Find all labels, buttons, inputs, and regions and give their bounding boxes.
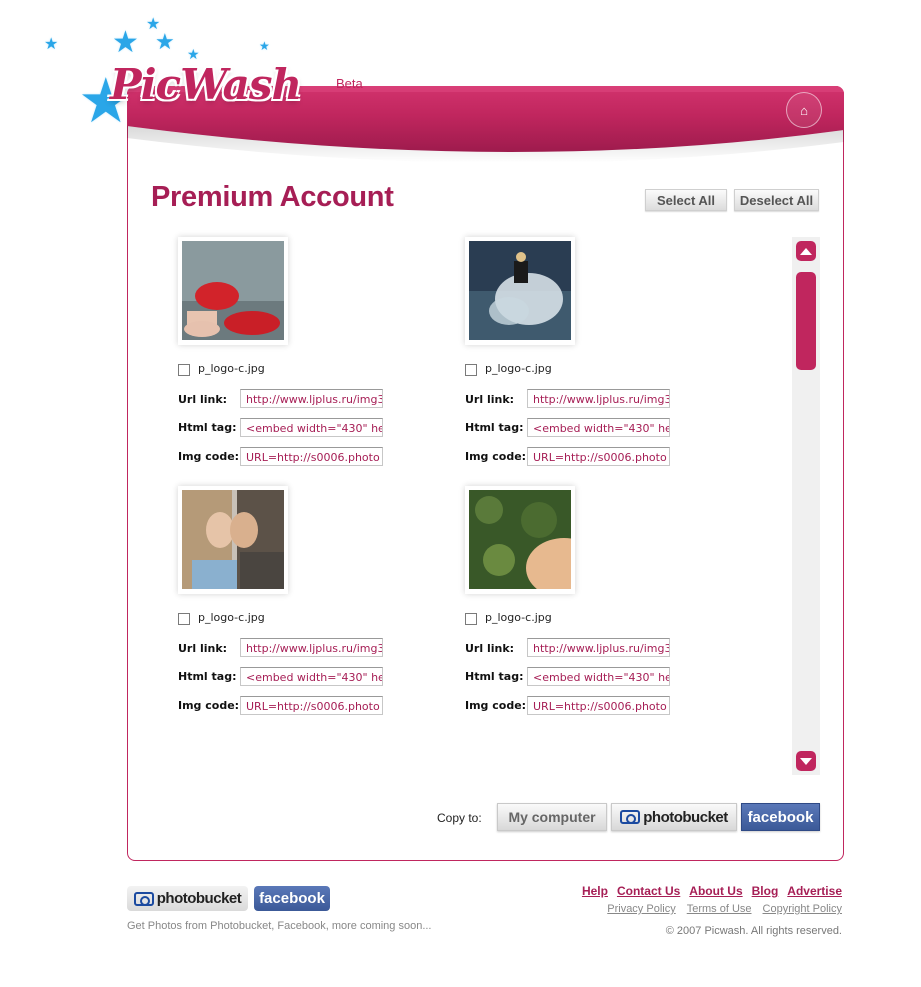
footer-photobucket-button[interactable]: photobucket	[127, 886, 248, 911]
footer-links: Help Contact Us About Us Blog Advertise	[582, 884, 842, 898]
photobucket-label: photobucket	[643, 808, 728, 826]
help-link[interactable]: Help	[582, 884, 608, 898]
photo-checkbox[interactable]	[178, 613, 190, 625]
photo-filename: p_logo-c.jpg	[198, 611, 265, 624]
img-code-field[interactable]: URL=http://s0006.photo	[240, 696, 383, 715]
photo-item: p_logo-c.jpg Url link: http://www.ljplus…	[465, 486, 725, 726]
advertise-link[interactable]: Advertise	[787, 884, 842, 898]
html-tag-field[interactable]: <embed width="430" hei	[527, 667, 670, 686]
photo-checkbox[interactable]	[465, 364, 477, 376]
photobucket-label: photobucket	[156, 890, 242, 907]
photobucket-logo: photobucket	[620, 809, 728, 826]
star-icon: ★	[155, 30, 175, 55]
star-icon: ★	[259, 39, 270, 53]
photo-filename: p_logo-c.jpg	[485, 611, 552, 624]
html-tag-label: Html tag:	[178, 670, 237, 683]
photo-filename: p_logo-c.jpg	[485, 362, 552, 375]
logo-wordmark: PicWash	[110, 60, 302, 109]
img-code-label: Img code:	[178, 450, 240, 463]
photo-thumbnail[interactable]	[465, 237, 575, 345]
photo-checkbox[interactable]	[178, 364, 190, 376]
privacy-policy-link[interactable]: Privacy Policy	[607, 903, 675, 915]
html-tag-label: Html tag:	[465, 670, 524, 683]
url-link-label: Url link:	[465, 642, 515, 655]
star-icon: ★	[44, 34, 59, 53]
arrow-up-icon	[800, 247, 812, 255]
scroll-down-button[interactable]	[796, 751, 816, 771]
img-code-field[interactable]: URL=http://s0006.photo	[527, 696, 670, 715]
url-link-field[interactable]: http://www.ljplus.ru/img3	[527, 638, 670, 657]
url-link-field[interactable]: http://www.ljplus.ru/img3	[240, 638, 383, 657]
page-title: Premium Account	[151, 181, 394, 213]
photobucket-logo: photobucket	[133, 890, 242, 907]
photo-item: p_logo-c.jpg Url link: http://www.ljplus…	[465, 237, 725, 477]
url-link-label: Url link:	[465, 393, 515, 406]
footer-policy-links: Privacy Policy Terms of Use Copyright Po…	[607, 903, 842, 915]
camera-icon	[620, 810, 641, 824]
copyright-text: © 2007 Picwash. All rights reserved.	[665, 925, 842, 937]
star-icon: ★	[112, 25, 139, 60]
footer-note: Get Photos from Photobucket, Facebook, m…	[127, 920, 432, 932]
img-code-field[interactable]: URL=http://s0006.photo	[240, 447, 383, 466]
photo-thumbnail[interactable]	[465, 486, 575, 594]
photo-checkbox[interactable]	[465, 613, 477, 625]
jetski-splash-image	[469, 241, 571, 340]
url-link-field[interactable]: http://www.ljplus.ru/img3	[527, 389, 670, 408]
scroll-up-button[interactable]	[796, 241, 816, 261]
picwash-logo[interactable]: PicWash Beta	[110, 60, 363, 109]
deselect-all-button[interactable]: Deselect All	[734, 189, 819, 211]
camera-icon	[133, 891, 154, 906]
about-us-link[interactable]: About Us	[689, 884, 742, 898]
html-tag-field[interactable]: <embed width="430" hei	[527, 418, 670, 437]
photo-thumbnail[interactable]	[178, 486, 288, 594]
img-code-label: Img code:	[465, 699, 527, 712]
html-tag-label: Html tag:	[465, 421, 524, 434]
footer-facebook-button[interactable]: facebook	[254, 886, 330, 911]
beta-badge: Beta	[336, 76, 363, 91]
select-all-button[interactable]: Select All	[645, 189, 727, 211]
copy-facebook-button[interactable]: facebook	[741, 803, 820, 831]
photo-thumbnail[interactable]	[178, 237, 288, 345]
url-link-label: Url link:	[178, 393, 228, 406]
copy-my-computer-button[interactable]: My computer	[497, 803, 607, 831]
contact-us-link[interactable]: Contact Us	[617, 884, 680, 898]
home-button[interactable]: ⌂	[786, 92, 822, 128]
img-code-label: Img code:	[465, 450, 527, 463]
html-tag-field[interactable]: <embed width="430" hei	[240, 667, 383, 686]
copyright-policy-link[interactable]: Copyright Policy	[763, 903, 842, 915]
html-tag-label: Html tag:	[178, 421, 237, 434]
blog-link[interactable]: Blog	[752, 884, 779, 898]
copy-photobucket-button[interactable]: photobucket	[611, 803, 737, 831]
scrollbar[interactable]	[792, 237, 820, 775]
photo-filename: p_logo-c.jpg	[198, 362, 265, 375]
html-tag-field[interactable]: <embed width="430" hei	[240, 418, 383, 437]
url-link-field[interactable]: http://www.ljplus.ru/img3	[240, 389, 383, 408]
boxing-gloves-image	[182, 241, 284, 340]
couple-kiss-image	[182, 490, 284, 589]
img-code-label: Img code:	[178, 699, 240, 712]
copy-to-label: Copy to:	[437, 811, 482, 825]
img-code-field[interactable]: URL=http://s0006.photo	[527, 447, 670, 466]
scroll-thumb[interactable]	[796, 272, 816, 370]
forest-shoulder-image	[469, 490, 571, 589]
arrow-down-icon	[800, 757, 812, 765]
main-panel: ⌂ Premium Account Select All Deselect Al…	[127, 86, 844, 861]
photo-item: p_logo-c.jpg Url link: http://www.ljplus…	[178, 237, 438, 477]
photo-item: p_logo-c.jpg Url link: http://www.ljplus…	[178, 486, 438, 726]
home-icon: ⌂	[800, 102, 808, 118]
terms-of-use-link[interactable]: Terms of Use	[687, 903, 752, 915]
url-link-label: Url link:	[178, 642, 228, 655]
